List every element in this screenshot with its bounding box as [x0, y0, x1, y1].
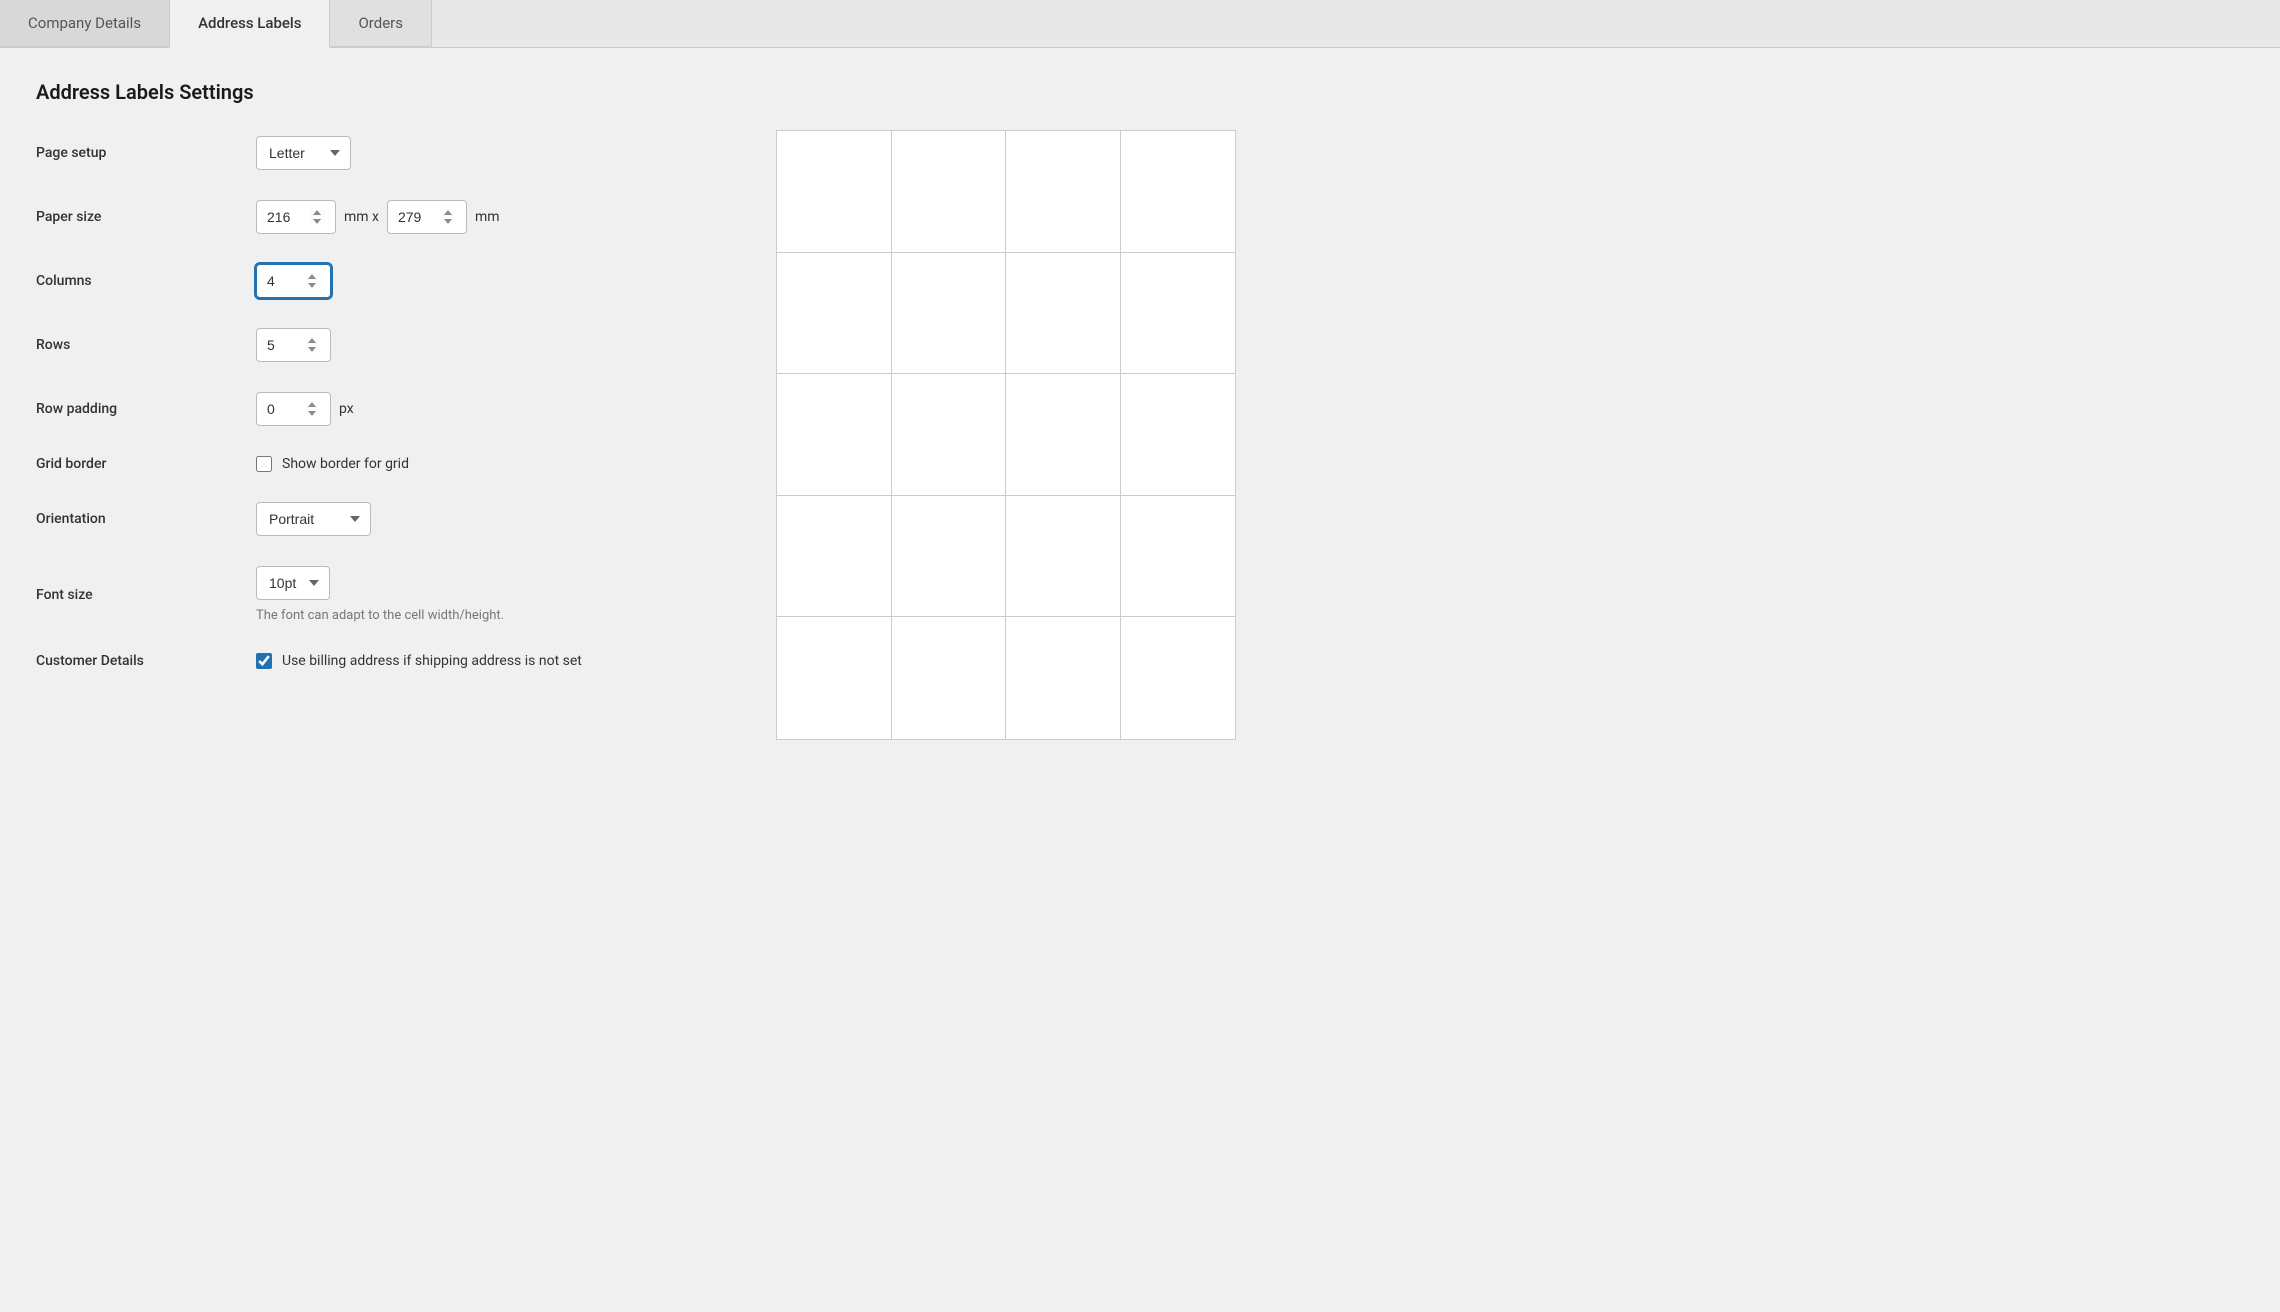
paper-height-unit: mm: [475, 209, 500, 225]
customer-details-checkbox-row: Use billing address if shipping address …: [256, 653, 582, 669]
grid-cell: [1121, 496, 1236, 618]
paper-size-controls: mm x mm: [256, 200, 500, 234]
orientation-controls: Portrait Landscape: [256, 502, 371, 536]
font-size-hint: The font can adapt to the cell width/hei…: [256, 608, 504, 623]
font-size-row: Font size 8pt 9pt 10pt 11pt 12pt The fon…: [36, 566, 736, 623]
grid-cell: [892, 617, 1007, 739]
columns-label: Columns: [36, 273, 256, 289]
grid-border-row: Grid border Show border for grid: [36, 456, 736, 472]
font-size-label: Font size: [36, 587, 256, 603]
paper-height-input[interactable]: [387, 200, 467, 234]
page-setup-controls: Letter A4 Custom: [256, 136, 351, 170]
grid-cell: [1006, 131, 1121, 253]
row-padding-input[interactable]: [256, 392, 331, 426]
orientation-row: Orientation Portrait Landscape: [36, 502, 736, 536]
page-setup-label: Page setup: [36, 145, 256, 161]
row-padding-label: Row padding: [36, 401, 256, 417]
grid-cell: [1006, 374, 1121, 496]
page-setup-select[interactable]: Letter A4 Custom: [256, 136, 351, 170]
paper-width-input[interactable]: [256, 200, 336, 234]
columns-row: Columns: [36, 264, 736, 298]
grid-cell: [1006, 496, 1121, 618]
customer-details-label: Customer Details: [36, 653, 256, 669]
preview-panel: [776, 80, 1236, 740]
grid-border-label: Grid border: [36, 456, 256, 472]
customer-details-checkbox-label: Use billing address if shipping address …: [282, 653, 582, 669]
font-size-group: 8pt 9pt 10pt 11pt 12pt The font can adap…: [256, 566, 504, 623]
rows-row: Rows: [36, 328, 736, 362]
row-padding-unit: px: [339, 401, 354, 417]
customer-details-row: Customer Details Use billing address if …: [36, 653, 736, 669]
paper-size-label: Paper size: [36, 209, 256, 225]
page-title: Address Labels Settings: [36, 80, 736, 104]
paper-size-separator: mm x: [344, 209, 379, 225]
grid-cell: [777, 617, 892, 739]
grid-cell: [1121, 253, 1236, 375]
grid-cell: [777, 131, 892, 253]
grid-cell: [1121, 374, 1236, 496]
orientation-label: Orientation: [36, 511, 256, 527]
grid-cell: [892, 374, 1007, 496]
customer-details-controls: Use billing address if shipping address …: [256, 653, 582, 669]
rows-controls: [256, 328, 331, 362]
grid-cell: [892, 131, 1007, 253]
grid-cell: [892, 253, 1007, 375]
grid-border-checkbox-label: Show border for grid: [282, 456, 409, 472]
rows-label: Rows: [36, 337, 256, 353]
font-size-controls: 8pt 9pt 10pt 11pt 12pt: [256, 566, 504, 600]
grid-border-checkbox-row: Show border for grid: [256, 456, 409, 472]
grid-cell: [892, 496, 1007, 618]
tab-company-details[interactable]: Company Details: [0, 0, 170, 47]
paper-size-row: Paper size mm x mm: [36, 200, 736, 234]
grid-cell: [777, 374, 892, 496]
grid-cell: [777, 496, 892, 618]
tab-orders[interactable]: Orders: [330, 0, 432, 47]
font-size-select[interactable]: 8pt 9pt 10pt 11pt 12pt: [256, 566, 330, 600]
page-setup-row: Page setup Letter A4 Custom: [36, 136, 736, 170]
row-padding-row: Row padding px: [36, 392, 736, 426]
grid-border-checkbox[interactable]: [256, 456, 272, 472]
customer-details-checkbox[interactable]: [256, 653, 272, 669]
settings-panel: Address Labels Settings Page setup Lette…: [36, 80, 736, 740]
label-grid-preview: [776, 130, 1236, 740]
grid-cell: [1121, 131, 1236, 253]
tabs-bar: Company Details Address Labels Orders: [0, 0, 2280, 48]
grid-cell: [777, 253, 892, 375]
tab-address-labels[interactable]: Address Labels: [170, 0, 330, 48]
main-content: Address Labels Settings Page setup Lette…: [0, 48, 2280, 772]
rows-input[interactable]: [256, 328, 331, 362]
columns-controls: [256, 264, 331, 298]
orientation-select[interactable]: Portrait Landscape: [256, 502, 371, 536]
grid-cell: [1006, 617, 1121, 739]
grid-border-controls: Show border for grid: [256, 456, 409, 472]
row-padding-controls: px: [256, 392, 354, 426]
columns-input[interactable]: [256, 264, 331, 298]
grid-cell: [1121, 617, 1236, 739]
grid-cell: [1006, 253, 1121, 375]
